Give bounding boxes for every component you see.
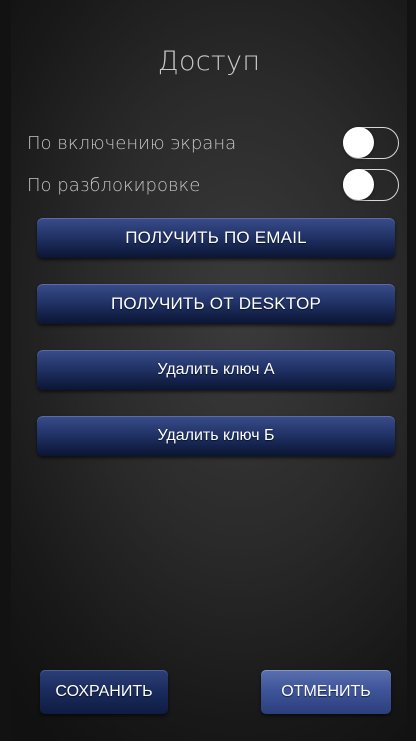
- toggle-knob: [343, 169, 374, 200]
- get-by-email-button[interactable]: ПОЛУЧИТЬ ПО EMAIL: [37, 218, 395, 258]
- toggle-knob: [343, 127, 374, 158]
- delete-key-a-button[interactable]: Удалить ключ А: [37, 350, 395, 390]
- option-unlock: По разблокировке: [27, 167, 399, 203]
- screen-on-toggle[interactable]: [343, 127, 399, 159]
- option-unlock-label: По разблокировке: [27, 174, 201, 196]
- get-from-desktop-button[interactable]: ПОЛУЧИТЬ ОТ DESKTOP: [37, 284, 395, 324]
- unlock-toggle[interactable]: [343, 169, 399, 201]
- cancel-button[interactable]: ОТМЕНИТЬ: [261, 670, 391, 714]
- option-screen-on-label: По включению экрана: [27, 132, 237, 154]
- save-button[interactable]: СОХРАНИТЬ: [40, 670, 168, 714]
- delete-key-b-button[interactable]: Удалить ключ Б: [37, 416, 395, 456]
- page-title: Доступ: [157, 46, 261, 77]
- option-screen-on: По включению экрана: [27, 125, 399, 161]
- access-screen: Доступ По включению экрана По разблокиро…: [11, 0, 407, 741]
